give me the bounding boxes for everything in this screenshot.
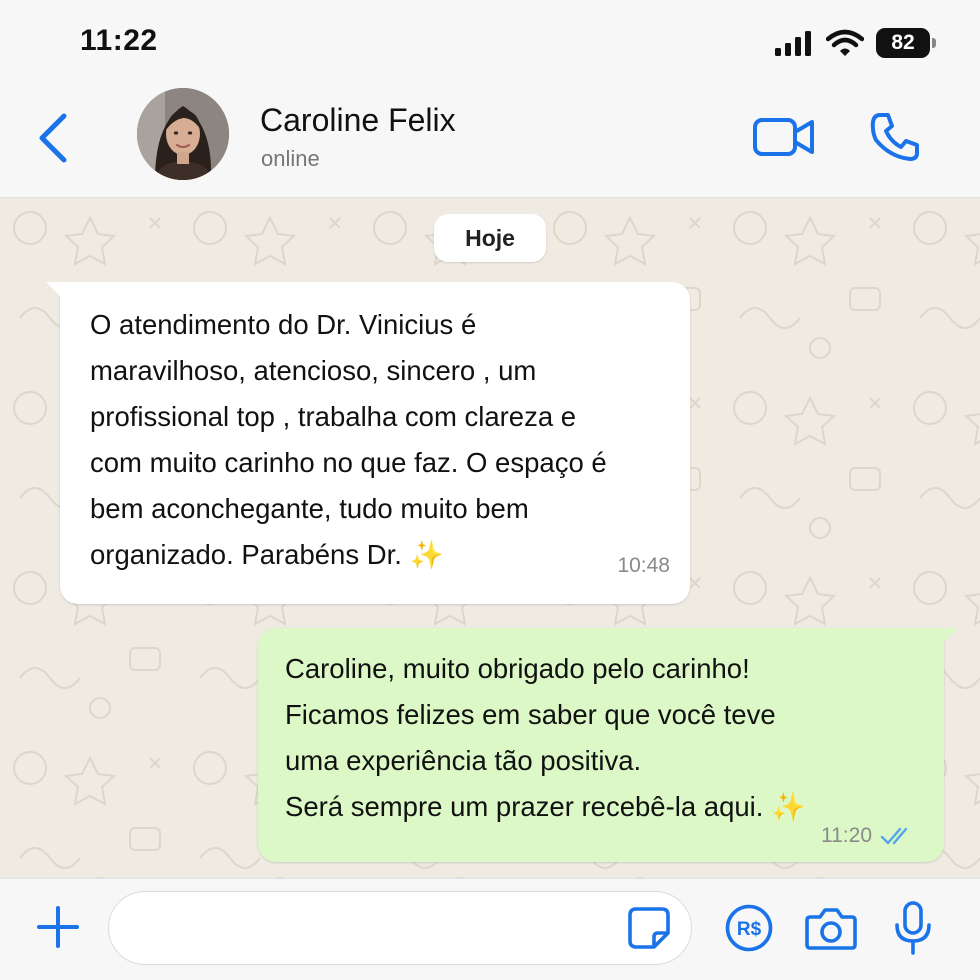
back-button[interactable] xyxy=(30,108,76,168)
microphone-icon xyxy=(892,899,934,957)
video-call-button[interactable] xyxy=(752,112,816,162)
attach-button[interactable] xyxy=(34,903,82,951)
outgoing-message[interactable]: Caroline, muito obrigado pelo carinho! F… xyxy=(258,628,958,862)
chat-area[interactable]: Hoje O atendimento do Dr. Vinicius é mar… xyxy=(0,198,980,878)
battery-level: 82 xyxy=(891,31,915,54)
battery-icon: 82 xyxy=(876,28,936,58)
message-input-bar: R$ xyxy=(0,878,980,980)
wifi-icon xyxy=(826,29,864,57)
message-time: 10:48 xyxy=(617,554,670,577)
contact-status: online xyxy=(261,146,320,171)
message-text: Caroline, muito obrigado pelo carinho! F… xyxy=(285,653,806,822)
payment-icon: R$ xyxy=(724,903,774,953)
back-icon xyxy=(30,108,76,168)
camera-icon xyxy=(804,903,858,953)
voice-call-button[interactable] xyxy=(868,110,922,164)
message-text: O atendimento do Dr. Vinicius é maravilh… xyxy=(90,309,607,570)
contact-name[interactable]: Caroline Felix xyxy=(260,102,456,139)
status-time: 11:22 xyxy=(80,24,158,57)
avatar[interactable] xyxy=(137,88,229,180)
video-call-icon xyxy=(752,112,816,162)
payment-button[interactable]: R$ xyxy=(724,903,774,953)
read-receipt-icon xyxy=(880,824,914,848)
payment-label: R$ xyxy=(737,919,762,940)
sticker-icon xyxy=(626,905,672,951)
camera-button[interactable] xyxy=(804,903,858,953)
phone-icon xyxy=(868,110,922,164)
plus-icon xyxy=(34,903,82,951)
status-bar: 11:22 82 xyxy=(0,0,980,88)
sticker-button[interactable] xyxy=(626,905,672,951)
message-time: 11:20 xyxy=(821,824,872,847)
chat-header: Caroline Felix online xyxy=(0,88,980,198)
status-icons: 82 xyxy=(774,26,936,60)
date-separator: Hoje xyxy=(434,214,546,262)
incoming-message[interactable]: O atendimento do Dr. Vinicius é maravilh… xyxy=(46,282,690,604)
signal-icon xyxy=(774,29,814,57)
microphone-button[interactable] xyxy=(892,899,934,957)
message-input[interactable] xyxy=(108,891,692,965)
